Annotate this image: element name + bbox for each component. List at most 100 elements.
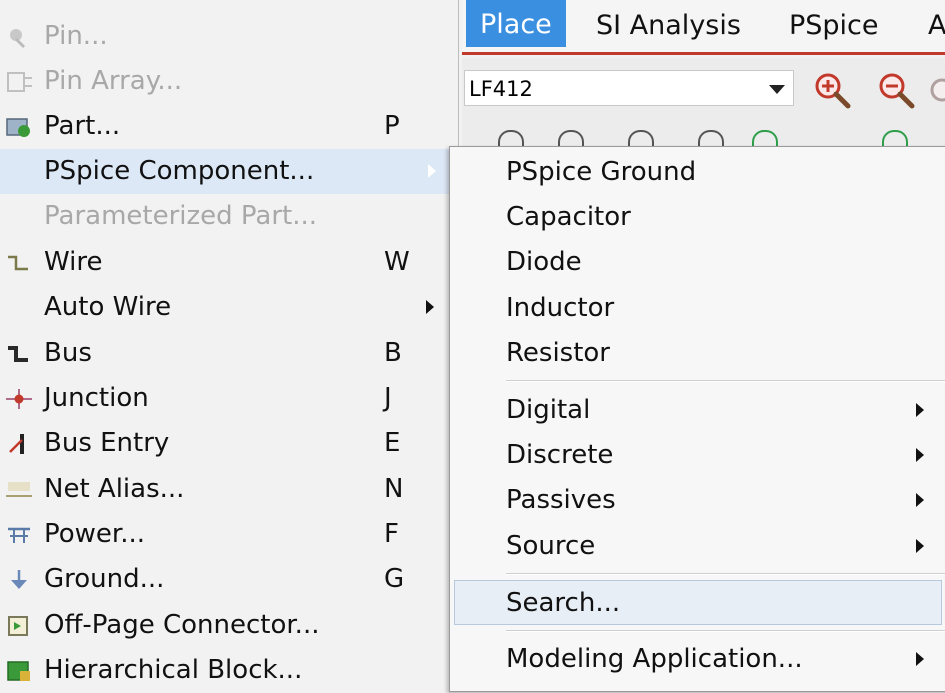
submenu-arrow-icon [916,539,924,553]
submenu-arrow-icon [426,300,434,314]
submenu-item-digital[interactable]: Digital [450,388,945,433]
submenu-item-modeling-application[interactable]: Modeling Application... [450,637,945,682]
menu-item-power[interactable]: Power... F [0,512,458,557]
menu-item-ground[interactable]: Ground... G [0,557,458,602]
menu-item-pin-array-label: Pin Array... [44,66,183,96]
off-page-connector-icon [8,616,28,636]
submenu-item-passives[interactable]: Passives [450,478,945,523]
submenu-item-diode[interactable]: Diode [450,240,945,285]
zoom-out-icon[interactable] [876,70,916,110]
part-icon [6,118,30,137]
menu-item-wire-label: Wire [44,247,103,277]
submenu-item-source[interactable]: Source [450,524,945,569]
submenu-arrow-icon [916,493,924,507]
bus-entry-icon [9,434,24,454]
menu-item-auto-wire-label: Auto Wire [44,292,172,322]
menu-item-bus-label: Bus [44,338,92,368]
menu-item-parameterized-part-label: Parameterized Part... [44,201,318,231]
part-combo-value: LF412 [469,77,533,101]
submenu-item-inductor-label: Inductor [506,293,615,323]
menu-item-auto-wire[interactable]: Auto Wire [0,285,458,330]
menu-pspice[interactable]: PSpice [775,0,893,52]
menu-item-bus-entry[interactable]: Bus Entry E [0,421,458,466]
menu-item-off-page-connector-label: Off-Page Connector... [44,610,320,640]
submenu-arrow-icon [916,403,924,417]
menu-si-analysis[interactable]: SI Analysis [582,0,755,52]
menu-item-wire-shortcut: W [384,247,410,277]
menu-item-part-label: Part... [44,111,121,141]
menu-item-junction-label: Junction [44,383,149,413]
chevron-down-icon[interactable] [769,85,785,94]
menubar: Place SI Analysis PSpice A [462,0,945,55]
part-combo-box[interactable]: LF412 [464,70,794,106]
menu-item-pin-label: Pin... [44,21,108,51]
menu-separator [506,380,945,382]
pin-icon [10,29,26,49]
submenu-item-diode-label: Diode [506,247,582,277]
menu-separator [506,573,945,575]
menu-next-partial-label: A [928,10,945,41]
menu-si-analysis-label: SI Analysis [596,10,741,41]
submenu-arrow-icon [916,448,924,462]
menu-item-part[interactable]: Part... P [0,104,458,149]
menu-item-bus-entry-label: Bus Entry [44,428,170,458]
submenu-item-digital-label: Digital [506,395,591,425]
zoom-in-icon[interactable] [812,70,852,110]
menu-item-pin-array[interactable]: Pin Array... [0,59,458,104]
power-icon [8,527,30,543]
menu-item-ground-label: Ground... [44,564,165,594]
menu-place[interactable]: Place [466,0,566,47]
submenu-item-pspice-ground[interactable]: PSpice Ground [450,150,945,195]
bus-icon [8,346,28,362]
menu-item-bus-entry-shortcut: E [384,428,401,458]
menu-pspice-label: PSpice [789,10,879,41]
submenu-item-discrete[interactable]: Discrete [450,433,945,478]
ground-icon [11,570,27,589]
menu-separator [506,630,945,632]
menu-item-bus[interactable]: Bus B [0,331,458,376]
zoom-icon-partial[interactable] [928,78,945,106]
submenu-item-resistor[interactable]: Resistor [450,331,945,376]
junction-icon [6,389,32,409]
submenu-item-search-label: Search... [506,588,621,618]
menu-item-junction-shortcut: J [384,383,392,413]
menu-place-label: Place [480,9,552,40]
wire-icon [8,255,28,271]
menu-item-net-alias-shortcut: N [384,474,404,504]
submenu-item-capacitor[interactable]: Capacitor [450,195,945,240]
submenu-item-inductor[interactable]: Inductor [450,286,945,331]
menu-item-power-label: Power... [44,519,146,549]
app-window: Place SI Analysis PSpice A LF412 [462,0,945,150]
submenu-item-resistor-label: Resistor [506,338,610,368]
menu-item-junction[interactable]: Junction J [0,376,458,421]
menu-item-part-shortcut: P [384,111,400,141]
submenu-item-modeling-application-label: Modeling Application... [506,644,803,674]
submenu-item-capacitor-label: Capacitor [506,202,631,232]
menu-item-net-alias[interactable]: Net Alias... N [0,467,458,512]
menu-item-power-shortcut: F [384,519,399,549]
submenu-arrow-icon [916,652,924,666]
menu-item-hierarchical-block[interactable]: Hierarchical Block... [0,648,458,693]
menu-item-parameterized-part[interactable]: Parameterized Part... [0,194,458,239]
net-alias-icon [6,482,32,497]
menu-item-wire[interactable]: Wire W [0,240,458,285]
submenu-item-passives-label: Passives [506,485,616,515]
submenu-item-search[interactable]: Search... [454,580,942,625]
menu-item-pin[interactable]: Pin... [0,14,458,59]
submenu-item-source-label: Source [506,531,596,561]
menu-item-hierarchical-block-label: Hierarchical Block... [44,655,303,685]
hierarchical-block-icon [7,661,30,681]
submenu-item-discrete-label: Discrete [506,440,614,470]
menu-next-partial[interactable]: A [914,0,945,52]
menu-item-ground-shortcut: G [384,564,405,594]
pin-array-icon [7,72,32,92]
submenu-item-pspice-ground-label: PSpice Ground [506,157,697,187]
menu-item-bus-shortcut: B [384,338,402,368]
pspice-component-submenu: PSpice Ground Capacitor Diode Inductor R… [449,146,945,692]
menu-item-pspice-component[interactable]: PSpice Component... [0,149,458,194]
menu-item-off-page-connector[interactable]: Off-Page Connector... [0,603,458,648]
submenu-arrow-icon [428,164,436,178]
place-menu: Pin... Pin Array... Part... P PSpice Com… [0,0,459,690]
menu-item-net-alias-label: Net Alias... [44,474,185,504]
menu-item-pspice-component-label: PSpice Component... [44,156,315,186]
